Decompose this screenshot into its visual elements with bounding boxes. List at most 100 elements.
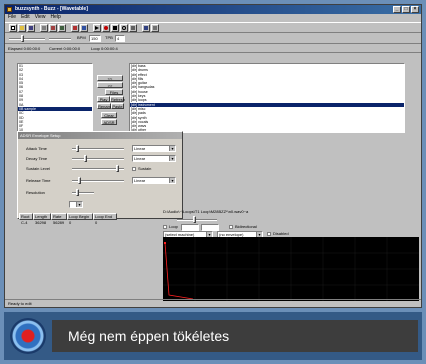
loop-time: Loop 0:00:00:4 (91, 46, 118, 51)
clear-button[interactable]: Clear (101, 112, 117, 118)
midi-icon[interactable] (142, 24, 150, 32)
col-rate[interactable]: Rate (51, 213, 67, 220)
chevron-down-icon: ▾ (76, 202, 82, 207)
position-slider-track[interactable] (49, 38, 71, 40)
caption-text: Még nem éppen tökéletes (68, 328, 230, 344)
chevron-down-icon: ▾ (169, 146, 175, 151)
bidirectional-label: Bidirectional (235, 224, 257, 229)
record-icon[interactable] (102, 24, 110, 32)
release-curve-select[interactable]: Linear ▾ (132, 177, 176, 184)
loop-checkbox[interactable] (163, 225, 167, 229)
app-icon (7, 7, 12, 12)
col-length[interactable]: Length (33, 213, 51, 220)
magazine-logo-icon (10, 318, 46, 354)
wavetable-view-icon[interactable] (71, 24, 79, 32)
chevron-down-icon: ▾ (169, 156, 175, 161)
bpm-label: BPM (77, 35, 86, 40)
maximize-button[interactable]: □ (402, 6, 410, 13)
rename-button[interactable]: Rename (97, 103, 113, 109)
decay-label: Decay Time (26, 156, 48, 161)
attack-curve-select[interactable]: Linear ▾ (132, 145, 176, 152)
bpm-input[interactable]: 150 (89, 35, 101, 42)
cell-root: C-4 (21, 220, 28, 225)
sample-table-header: Root Length Rate Loop Begin Loop End (19, 213, 117, 220)
sequence-view-icon[interactable] (58, 24, 66, 32)
release-slider-thumb[interactable] (78, 177, 81, 184)
stop-icon[interactable] (111, 24, 119, 32)
col-root[interactable]: Root (19, 213, 33, 220)
attack-label: Attack Time (26, 146, 47, 151)
save-icon[interactable] (27, 24, 35, 32)
menu-view[interactable]: View (35, 14, 46, 21)
play-icon[interactable] (93, 24, 101, 32)
sample-volume-slider[interactable] (177, 219, 217, 221)
app-window: buzzsynth - Buzz - [Wavetable] _ □ × Fil… (4, 4, 422, 308)
remove-button[interactable]: >> (97, 82, 123, 88)
paste-button[interactable]: Paste (111, 103, 124, 109)
minimize-button[interactable]: _ (393, 6, 401, 13)
loop-start-input[interactable] (181, 224, 199, 231)
time-display: Elapsed 0:00:00:0 Current 0:00:00:0 Loop… (5, 45, 421, 53)
play-button[interactable]: Play (97, 96, 110, 102)
loop-checkbox-label: Loop (169, 224, 178, 229)
adsr-dialog-title[interactable]: ADSR Envelope Setup (18, 132, 182, 139)
tpb-input[interactable]: 4 (115, 35, 125, 42)
file-browser-list[interactable]: [dir] bass [dir] drums [dir] effect [dir] f… (129, 63, 405, 133)
dialog-scroll-select[interactable]: ▾ (69, 201, 83, 208)
sample-path: D:\Audio\~\Loops\T1 Loop\M28BZZ*\n0.wav0… (163, 209, 249, 214)
tpb-label: TPB (105, 35, 113, 40)
cpu-meter-icon[interactable] (129, 24, 137, 32)
envelope-graph[interactable] (163, 237, 419, 301)
disabled-checkbox[interactable] (267, 232, 271, 236)
volume-slider-track[interactable] (9, 38, 45, 40)
envelope-line (164, 242, 194, 300)
cell-length: 36298 (35, 220, 47, 225)
status-bar: Ready to edit (5, 299, 421, 307)
transport-bar: BPM 150 TPB 4 (5, 34, 421, 44)
decay-curve-select[interactable]: Linear ▾ (132, 155, 176, 162)
col-loop-end[interactable]: Loop End (93, 213, 117, 220)
attack-slider[interactable] (72, 148, 124, 150)
menu-help[interactable]: Help (50, 14, 60, 21)
settings-icon[interactable] (151, 24, 159, 32)
loop-icon[interactable] (120, 24, 128, 32)
sample-volume-thumb[interactable] (193, 216, 196, 223)
bidirectional-checkbox[interactable] (229, 225, 233, 229)
cell-loop-end: 0 (95, 220, 98, 225)
sustain-label: Sustain Level (26, 166, 51, 171)
decay-slider[interactable] (72, 158, 124, 160)
cell-loop-begin: 0 (69, 220, 72, 225)
chevron-down-icon: ▾ (169, 178, 175, 183)
sustain-checkbox[interactable] (132, 167, 136, 171)
menu-bar: File Edit View Help (5, 14, 421, 21)
volume-slider-thumb[interactable] (21, 35, 24, 42)
pattern-view-icon[interactable] (49, 24, 57, 32)
elapsed-time: Elapsed 0:00:00:0 (8, 46, 41, 51)
main-toolbar (5, 22, 421, 33)
menu-edit[interactable]: Edit (21, 14, 30, 21)
title-bar[interactable]: buzzsynth - Buzz - [Wavetable] _ □ × (5, 5, 421, 14)
window-title: buzzsynth - Buzz - [Wavetable] (15, 6, 88, 12)
table-row[interactable]: C-4 36298 56289 0 0 (19, 220, 117, 225)
close-button[interactable]: × (411, 6, 419, 13)
decay-slider-thumb[interactable] (84, 155, 87, 162)
files-button[interactable]: Files (105, 89, 123, 95)
envelope-point (164, 242, 166, 244)
info-view-icon[interactable] (80, 24, 88, 32)
col-loop-begin[interactable]: Loop Begin (67, 213, 93, 220)
add-button[interactable]: << (97, 75, 123, 81)
current-time: Current 0:00:00:0 (49, 46, 81, 51)
resolution-slider-thumb[interactable] (76, 189, 79, 196)
adsr-button[interactable]: ADSR (101, 119, 117, 125)
menu-file[interactable]: File (8, 14, 16, 21)
open-icon[interactable] (18, 24, 26, 32)
sustain-checkbox-label: Sustain (138, 166, 152, 171)
status-text: Ready to edit (8, 301, 32, 306)
new-icon[interactable] (9, 24, 17, 32)
sustain-slider-thumb[interactable] (116, 165, 119, 172)
machine-view-icon[interactable] (40, 24, 48, 32)
resolution-label: Resolution (26, 190, 45, 195)
loop-end-input[interactable] (201, 224, 219, 231)
refresh-button[interactable]: Refresh (110, 96, 125, 102)
attack-slider-thumb[interactable] (76, 145, 79, 152)
